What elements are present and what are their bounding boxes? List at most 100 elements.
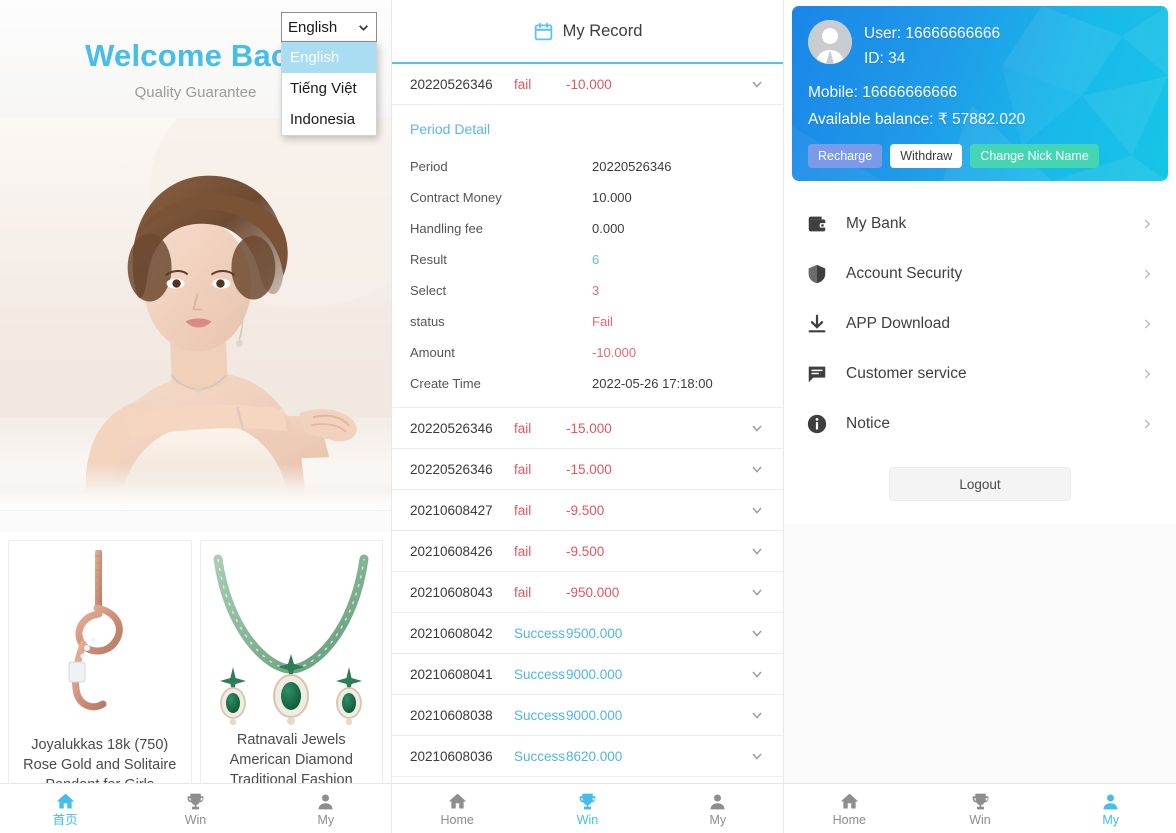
chevron-down-icon[interactable]	[749, 543, 765, 559]
chevron-down-icon[interactable]	[749, 76, 765, 92]
chevron-down-icon[interactable]	[749, 502, 765, 518]
logout-section: Logout	[784, 467, 1176, 501]
nav-item-my[interactable]: My	[1045, 784, 1176, 833]
record-status: fail	[514, 76, 532, 92]
nav-item-win[interactable]: Win	[522, 784, 652, 833]
nav-item-home[interactable]: Home	[392, 784, 522, 833]
trophy-icon	[579, 793, 596, 810]
chevron-down-icon[interactable]	[749, 584, 765, 600]
logout-button[interactable]: Logout	[889, 467, 1071, 501]
user-identity-block: User: 16666666666 ID: 34	[808, 20, 1152, 71]
user-details-block: Mobile: 16666666666 Available balance: ₹…	[808, 79, 1152, 133]
chevron-down-icon[interactable]	[749, 666, 765, 682]
detail-row: status Fail	[410, 306, 765, 337]
chevron-down-icon[interactable]	[749, 707, 765, 723]
menu-item-account-security[interactable]: Account Security	[784, 249, 1176, 299]
menu-item-my-bank[interactable]: My Bank	[784, 199, 1176, 249]
calendar-icon	[534, 22, 552, 40]
language-option-indonesia[interactable]: Indonesia	[282, 104, 376, 135]
product-card[interactable]: Ratnavali Jewels American Diamond Tradit…	[199, 540, 383, 783]
language-option-english[interactable]: English	[282, 42, 376, 73]
table-row[interactable]: 20210608426 fail -9.500	[392, 531, 783, 572]
record-amount: 9000.000	[566, 666, 623, 682]
chevron-right-icon	[1144, 219, 1151, 229]
record-amount: -15.000	[566, 461, 612, 477]
green-diamond-necklace-icon	[213, 554, 369, 726]
user-name-line: User: 16666666666	[864, 25, 1001, 42]
detail-value: 0.000	[592, 221, 625, 236]
detail-row: Amount -10.000	[410, 337, 765, 368]
table-row[interactable]: 20220526346 fail -10.000	[392, 64, 783, 105]
record-status: fail	[514, 584, 532, 600]
right-panel-body: User: 16666666666 ID: 34 Mobile: 1666666…	[784, 0, 1176, 783]
user-mobile-line: Mobile: 16666666666	[808, 84, 958, 101]
nav-label: Win	[576, 812, 599, 827]
table-row[interactable]: 20210608043 fail -950.000	[392, 572, 783, 613]
nav-item-home[interactable]: 首页	[0, 784, 130, 833]
table-row[interactable]: 20210608038 Success 9000.000	[392, 695, 783, 736]
menu-item-notice[interactable]: Notice	[784, 399, 1176, 449]
menu-item-app-download[interactable]: APP Download	[784, 299, 1176, 349]
left-panel-home: Welcome Back Quality Guarantee Joyalukka…	[0, 0, 392, 833]
page-subtitle: Quality Guarantee	[134, 83, 257, 101]
record-period: 20210608038	[410, 707, 493, 723]
language-select-box[interactable]: English	[281, 12, 377, 42]
person-icon	[1103, 794, 1118, 810]
nav-item-home[interactable]: Home	[784, 784, 915, 833]
nav-item-my[interactable]: My	[653, 784, 783, 833]
detail-value: -10.000	[592, 345, 637, 360]
record-amount: -10.000	[566, 76, 612, 92]
right-panel-my: User: 16666666666 ID: 34 Mobile: 1666666…	[784, 0, 1176, 833]
record-period: 20210608042	[410, 625, 493, 641]
home-icon	[840, 793, 859, 809]
table-row[interactable]: 20210608042 Success 9500.000	[392, 613, 783, 654]
language-option-vietnamese[interactable]: Tiếng Việt	[282, 73, 376, 104]
record-amount: -15.000	[566, 420, 612, 436]
detail-label: Contract Money	[410, 190, 502, 205]
table-row[interactable]: 20220526346 fail -15.000	[392, 449, 783, 490]
chevron-right-icon	[1144, 319, 1151, 329]
product-card[interactable]: Joyalukkas 18k (750) Rose Gold and Solit…	[8, 540, 192, 783]
record-detail-panel: Period Detail Period 20220526346 Contrac…	[392, 105, 783, 408]
withdraw-button[interactable]: Withdraw	[890, 144, 963, 168]
home-icon	[56, 793, 74, 809]
chevron-down-icon[interactable]	[749, 625, 765, 641]
chevron-down-icon[interactable]	[749, 748, 765, 764]
nav-item-my[interactable]: My	[261, 784, 391, 833]
my-account-section: User: 16666666666 ID: 34 Mobile: 1666666…	[784, 6, 1176, 530]
record-period: 20210608041	[410, 666, 493, 682]
menu-label: Notice	[846, 415, 890, 432]
chevron-down-icon[interactable]	[749, 461, 765, 477]
wallet-icon	[808, 216, 827, 232]
detail-row: Handling fee 0.000	[410, 213, 765, 244]
person-icon	[318, 794, 333, 810]
user-balance-line: Available balance: ₹ 57882.020	[808, 111, 1026, 128]
detail-label: Result	[410, 252, 447, 267]
language-dropdown-menu[interactable]: English Tiếng Việt Indonesia	[281, 42, 377, 136]
record-amount: 9000.000	[566, 707, 623, 723]
record-amount: 9500.000	[566, 625, 623, 641]
menu-item-customer-service[interactable]: Customer service	[784, 349, 1176, 399]
detail-label: Period	[410, 159, 448, 174]
table-row[interactable]: 20210608427 fail -9.500	[392, 490, 783, 531]
change-nick-name-button[interactable]: Change Nick Name	[970, 144, 1099, 168]
detail-value: 3	[592, 283, 600, 298]
user-id-line: ID: 34	[864, 50, 906, 67]
record-header: My Record	[392, 0, 783, 64]
product-title: Ratnavali Jewels American Diamond Tradit…	[229, 732, 353, 783]
chevron-down-icon	[359, 24, 368, 31]
detail-label: Create Time	[410, 376, 481, 391]
table-row[interactable]: 20210608041 Success 9000.000	[392, 654, 783, 695]
chevron-down-icon[interactable]	[749, 420, 765, 436]
user-info-card: User: 16666666666 ID: 34 Mobile: 1666666…	[792, 6, 1168, 181]
recharge-button[interactable]: Recharge	[808, 144, 883, 168]
table-row[interactable]: 20210608036 Success 8620.000	[392, 736, 783, 777]
language-selector[interactable]: English English Tiếng Việt Indonesia	[281, 12, 377, 136]
nav-item-win[interactable]: Win	[915, 784, 1046, 833]
chevron-right-icon	[1144, 369, 1151, 379]
detail-value: 10.000	[592, 190, 632, 205]
record-list[interactable]: 20220526346 fail -10.000 Period Detail P…	[392, 64, 783, 783]
table-row[interactable]: 20220526346 fail -15.000	[392, 408, 783, 449]
nav-item-win[interactable]: Win	[130, 784, 260, 833]
detail-value: 20220526346	[592, 159, 672, 174]
